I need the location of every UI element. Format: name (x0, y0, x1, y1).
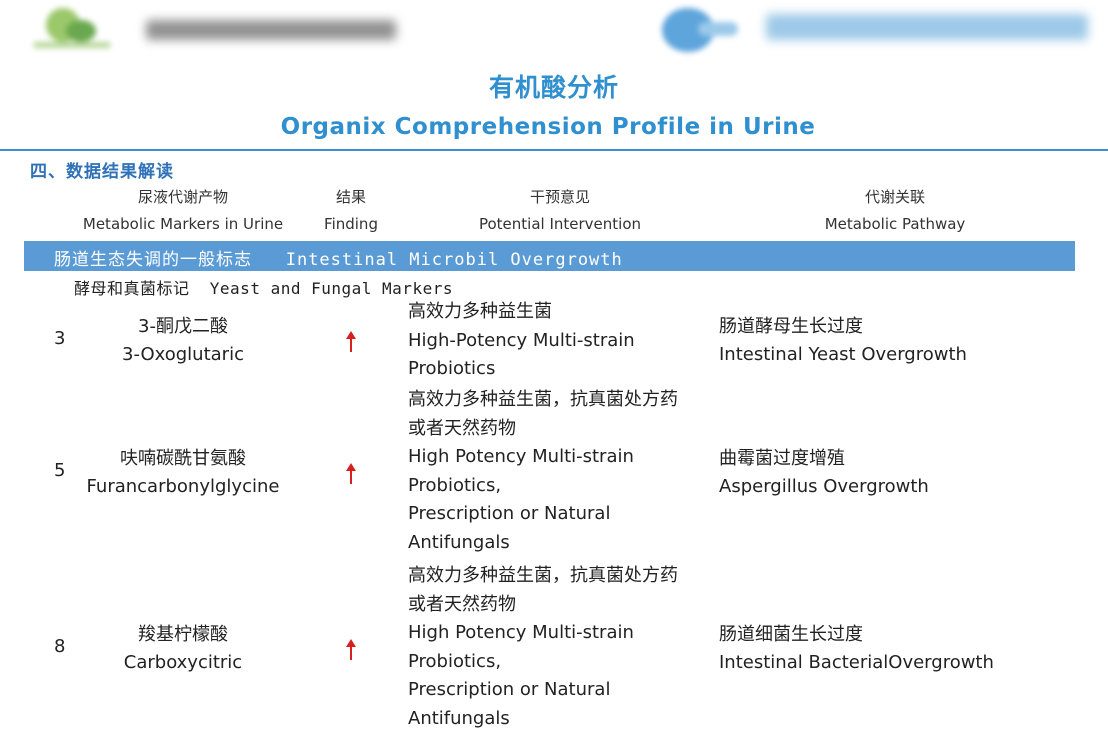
metabolic-pathway: 肠道酵母生长过度 Intestinal Yeast Overgrowth (719, 313, 1079, 369)
metabolic-pathway: 曲霉菌过度增殖 Aspergillus Overgrowth (719, 445, 1079, 501)
intervention-line: Prescription or Natural (408, 503, 611, 525)
intervention-line: 或者天然药物 (408, 417, 516, 439)
marker-name-cn: 羧基柠檬酸 (138, 624, 228, 645)
column-header-intervention: 干预意见 Potential Intervention (462, 184, 658, 238)
pathway-cn: 肠道细菌生长过度 (719, 624, 863, 645)
row-number: 8 (54, 636, 66, 657)
intervention-text: 高效力多种益生菌 High-Potency Multi-strain Probi… (408, 298, 728, 384)
intervention-text: 高效力多种益生菌，抗真菌处方药 或者天然药物 High Potency Mult… (408, 386, 728, 558)
intervention-line: 或者天然药物 (408, 593, 516, 615)
intervention-line: High Potency Multi-strain (408, 622, 634, 644)
intervention-line: 高效力多种益生菌，抗真菌处方药 (408, 565, 678, 586)
pathway-en: Intestinal Yeast Overgrowth (719, 344, 967, 365)
category-band: 肠道生态失调的一般标志 Intestinal Microbil Overgrow… (24, 241, 1075, 271)
section-title: 四、数据结果解读 (30, 162, 174, 182)
marker-name-en: 3-Oxoglutaric (122, 344, 244, 365)
intervention-line: Antifungals (408, 531, 510, 553)
intervention-line: Probiotics, (408, 474, 502, 496)
column-header-cn: 尿液代谢产物 (137, 188, 228, 206)
marker-name-cn: 呋喃碳酰甘氨酸 (120, 448, 246, 469)
intervention-text: 高效力多种益生菌，抗真菌处方药 或者天然药物 High Potency Mult… (408, 562, 728, 734)
column-header-finding: 结果 Finding (316, 184, 386, 238)
marker-name-cn: 3-酮戊二酸 (138, 316, 228, 337)
column-header-pathway: 代谢关联 Metabolic Pathway (800, 184, 990, 238)
intervention-line: Antifungals (408, 707, 510, 729)
pathway-cn: 肠道酵母生长过度 (719, 316, 863, 337)
category-band-cn: 肠道生态失调的一般标志 (54, 250, 252, 270)
metabolic-pathway: 肠道细菌生长过度 Intestinal BacterialOvergrowth (719, 621, 1079, 677)
row-number: 5 (54, 460, 66, 481)
pathway-cn: 曲霉菌过度增殖 (719, 448, 845, 469)
page-title-cn: 有机酸分析 (488, 73, 619, 102)
marker-name: 呋喃碳酰甘氨酸 Furancarbonylglycine (70, 445, 296, 501)
marker-name: 3-酮戊二酸 3-Oxoglutaric (70, 313, 296, 369)
intervention-line: Probiotics, (408, 650, 502, 672)
intervention-line: Prescription or Natural (408, 679, 611, 701)
blurred-organization-name (146, 20, 396, 40)
marker-name-en: Carboxycitric (123, 652, 243, 673)
marker-name-en: Furancarbonylglycine (86, 476, 280, 497)
intervention-line: 高效力多种益生菌，抗真菌处方药 (408, 389, 678, 410)
column-header-cn: 干预意见 (529, 188, 590, 206)
blurred-partner-name (766, 14, 1088, 40)
up-arrow-icon (345, 639, 357, 661)
up-arrow-icon (345, 463, 357, 485)
row-number: 3 (54, 328, 66, 349)
header-divider (0, 149, 1108, 151)
category-band-en: Intestinal Microbil Overgrowth (285, 250, 623, 270)
pathway-en: Aspergillus Overgrowth (719, 476, 929, 497)
column-header-en: Metabolic Pathway (824, 215, 966, 233)
subcategory-cn: 酵母和真菌标记 (74, 279, 190, 298)
column-header-en: Finding (324, 215, 378, 233)
column-header-cn: 代谢关联 (864, 188, 925, 206)
column-header-en: Metabolic Markers in Urine (82, 215, 284, 233)
header-bar (0, 0, 1108, 62)
subcategory-heading: 酵母和真菌标记 Yeast and Fungal Markers (74, 275, 453, 299)
pathway-en: Intestinal BacterialOvergrowth (719, 652, 994, 673)
up-arrow-icon (345, 331, 357, 353)
category-band-label: 肠道生态失调的一般标志 Intestinal Microbil Overgrow… (54, 245, 623, 270)
column-header-cn: 结果 (335, 188, 366, 206)
subcategory-en: Yeast and Fungal Markers (209, 279, 453, 298)
intervention-line: Probiotics (408, 358, 496, 380)
intervention-line: High Potency Multi-strain (408, 446, 634, 468)
intervention-line: 高效力多种益生菌 (408, 301, 552, 322)
intervention-line: High-Potency Multi-strain (408, 329, 635, 351)
column-header-markers: 尿液代谢产物 Metabolic Markers in Urine (70, 184, 296, 238)
organization-logo (32, 6, 112, 50)
page-title-en: Organix Comprehension Profile in Urine (280, 114, 816, 140)
marker-name: 羧基柠檬酸 Carboxycitric (70, 621, 296, 677)
partner-logo (652, 2, 744, 58)
column-header-en: Potential Intervention (478, 215, 642, 233)
